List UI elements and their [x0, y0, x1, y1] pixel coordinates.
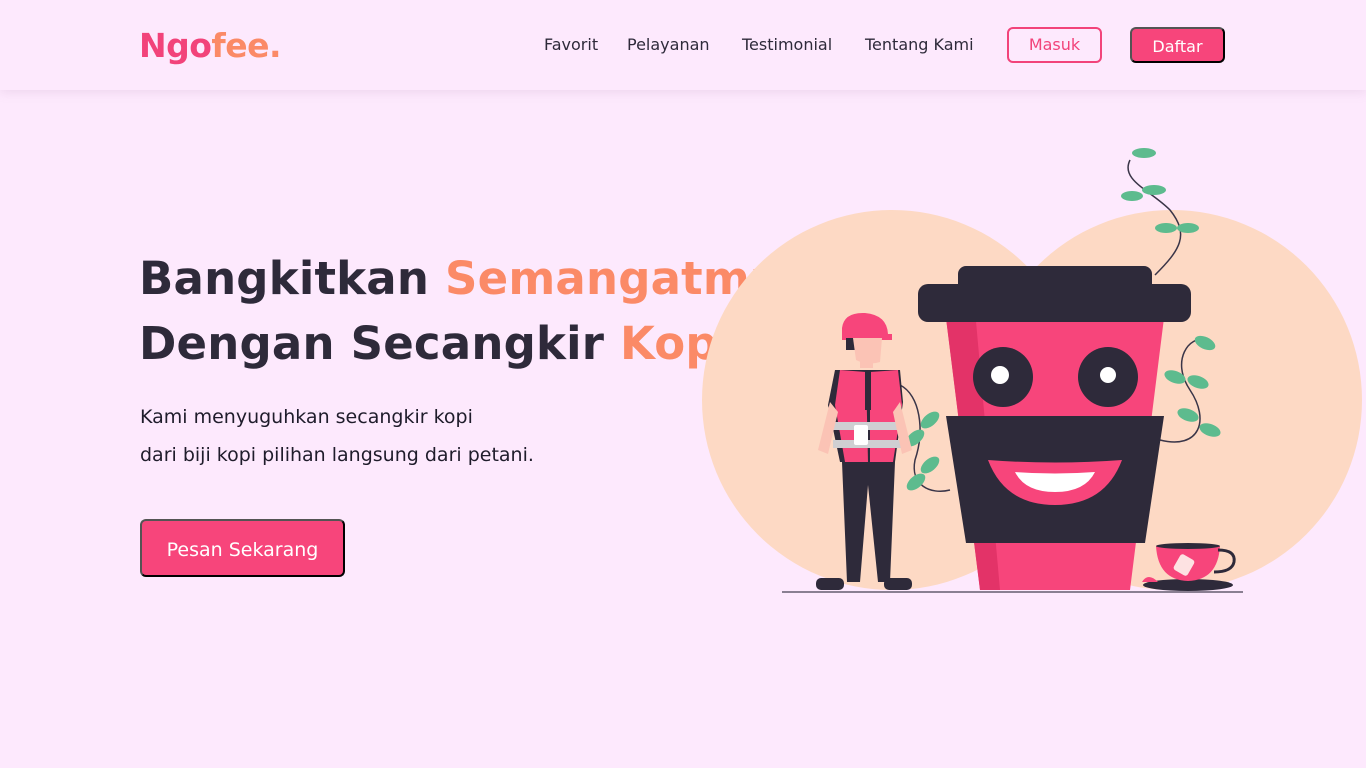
hero-description-line2: dari biji kopi pilihan langsung dari pet… — [140, 444, 534, 466]
nav-link-tentang-kami[interactable]: Tentang Kami — [865, 35, 974, 55]
hero-title: Bangkitkan Semangatmu Dengan Secangkir K… — [139, 246, 782, 376]
cup-lid — [918, 284, 1191, 322]
logo-part-2: fee. — [211, 26, 282, 65]
leaf-icon — [1121, 191, 1143, 201]
hero-illustration — [702, 148, 1362, 593]
nav-link-testimonial[interactable]: Testimonial — [742, 35, 832, 55]
teacup-rim — [1156, 543, 1220, 549]
leaf-icon — [1142, 185, 1166, 195]
leaf-icon — [1177, 223, 1199, 233]
leaf-icon — [1132, 148, 1156, 158]
coffee-cup-icon — [854, 425, 868, 445]
person-shoe — [816, 578, 844, 590]
register-button[interactable]: Daftar — [1130, 27, 1225, 63]
nav-link-favorit[interactable]: Favorit — [544, 35, 598, 55]
brand-logo[interactable]: Ngofee. — [139, 26, 282, 66]
hero-description-line1: Kami menyuguhkan secangkir kopi — [140, 406, 473, 428]
person-shoe — [884, 578, 912, 590]
nav-link-pelayanan[interactable]: Pelayanan — [627, 35, 710, 55]
hero-title-line2-part1: Dengan Secangkir — [139, 317, 621, 370]
logo-part-1: Ngo — [139, 26, 212, 65]
eye-pupil — [991, 366, 1009, 384]
eye-pupil — [1100, 367, 1116, 383]
order-now-button[interactable]: Pesan Sekarang — [140, 519, 345, 577]
hero-title-line1-part1: Bangkitkan — [139, 252, 445, 305]
navbar: Ngofee. Favorit Pelayanan Testimonial Te… — [0, 0, 1366, 90]
hero-description: Kami menyuguhkan secangkir kopi dari bij… — [140, 398, 534, 474]
person-neck — [860, 358, 873, 368]
person-tie — [865, 370, 871, 410]
leaf-icon — [1155, 223, 1177, 233]
login-button[interactable]: Masuk — [1007, 27, 1102, 63]
